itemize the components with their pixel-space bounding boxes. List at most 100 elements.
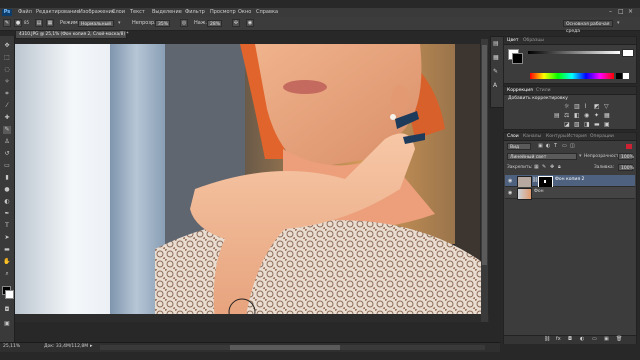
pressure-size-icon[interactable]: ◉ <box>246 19 254 27</box>
lasso-tool-icon[interactable]: ◌ <box>3 66 11 74</box>
layer-filter-select[interactable]: Вид <box>507 143 531 150</box>
mode-select[interactable]: Нормальный <box>78 20 114 27</box>
layer-row[interactable]: ◉ Фон <box>505 187 635 200</box>
quick-select-tool-icon[interactable]: ✧ <box>3 78 11 86</box>
filter-pixel-icon[interactable]: ▣ <box>538 144 543 149</box>
minimize-icon[interactable]: – <box>609 9 612 15</box>
layer-visibility-eye-icon[interactable]: ◉ <box>508 178 512 184</box>
menu-view[interactable]: Просмотр <box>210 10 236 15</box>
eyedropper-tool-icon[interactable]: ⁄ <box>3 102 11 110</box>
add-mask-icon[interactable]: ◘ <box>568 337 572 342</box>
menu-image[interactable]: Изображение <box>79 10 115 15</box>
screen-mode-icon[interactable]: ▣ <box>3 320 11 328</box>
layer-name[interactable]: Фон копия 2 <box>555 177 584 183</box>
lock-position-icon[interactable]: ✥ <box>550 165 554 170</box>
filter-type-icon[interactable]: T <box>554 144 557 149</box>
tab-layers[interactable]: Слои <box>507 134 519 139</box>
color-spectrum-ramp[interactable] <box>530 73 614 79</box>
stamp-tool-icon[interactable]: ♙ <box>3 138 11 146</box>
zoom-tool-icon[interactable]: ⌕ <box>3 270 11 278</box>
layer-style-icon[interactable]: fx <box>556 337 561 342</box>
crop-tool-icon[interactable]: ⌗ <box>3 90 11 98</box>
posterize-icon[interactable]: ▧ <box>574 122 580 128</box>
selective-color-icon[interactable]: ▣ <box>604 122 610 128</box>
background-color-swatch[interactable] <box>5 290 14 299</box>
gradient-map-icon[interactable]: ▬ <box>594 122 600 128</box>
filter-toggle-icon[interactable] <box>626 144 632 149</box>
filter-smart-icon[interactable]: ◫ <box>570 144 575 149</box>
menu-edit[interactable]: Редактирование <box>36 10 80 15</box>
gradient-tool-icon[interactable]: ▮ <box>3 174 11 182</box>
color-lookup-icon[interactable]: ▦ <box>604 113 610 119</box>
pen-tool-icon[interactable]: ✒ <box>3 210 11 218</box>
fill-input[interactable]: 100% <box>618 164 634 171</box>
color-black-chip[interactable] <box>616 73 622 79</box>
color-white-chip[interactable] <box>623 73 629 79</box>
quick-mask-icon[interactable]: ◘ <box>3 306 11 314</box>
delete-layer-icon[interactable]: 🗑︎ <box>616 337 622 342</box>
brush-picker-icon[interactable]: ● <box>14 19 22 27</box>
brush-tool-icon[interactable]: ✎ <box>3 126 11 134</box>
document-canvas[interactable] <box>15 39 489 322</box>
layer-name[interactable]: Фон <box>534 189 544 195</box>
path-select-tool-icon[interactable]: ➤ <box>3 234 11 242</box>
vibrance-icon[interactable]: ▽ <box>604 104 609 110</box>
menu-filter[interactable]: Фильтр <box>185 10 205 15</box>
move-tool-icon[interactable]: ✥ <box>3 42 11 50</box>
airbrush-icon[interactable]: ✣ <box>232 19 240 27</box>
menu-file[interactable]: Файл <box>18 10 32 15</box>
menu-select[interactable]: Выделение <box>152 10 182 15</box>
new-layer-icon[interactable]: ▣ <box>604 337 609 342</box>
layer-opacity-input[interactable]: 100% <box>618 153 634 160</box>
canvas-area[interactable] <box>15 39 489 322</box>
tab-channels[interactable]: Каналы <box>523 134 541 139</box>
properties-panel-icon[interactable]: ▦ <box>493 55 499 61</box>
new-group-icon[interactable]: ▭ <box>592 337 597 342</box>
maximize-icon[interactable]: □ <box>618 9 624 15</box>
dodge-tool-icon[interactable]: ◐ <box>3 198 11 206</box>
color-value-input[interactable] <box>622 49 634 57</box>
brightness-icon[interactable]: ☼ <box>564 104 569 110</box>
zoom-level[interactable]: 25,11% <box>3 344 20 350</box>
tab-history[interactable]: История <box>567 134 587 139</box>
menu-help[interactable]: Справка <box>256 10 278 15</box>
eraser-tool-icon[interactable]: ▭ <box>3 162 11 170</box>
filter-shape-icon[interactable]: ▭ <box>562 144 567 149</box>
tab-paths[interactable]: Контуры <box>546 134 567 139</box>
invert-icon[interactable]: ◪ <box>564 122 570 128</box>
shape-tool-icon[interactable]: ▬ <box>3 246 11 254</box>
menu-layers[interactable]: Слои <box>112 10 125 15</box>
layer-row-selected[interactable]: ◉ ⛓ Фон копия 2 <box>505 175 635 188</box>
layer-visibility-eye-icon[interactable]: ◉ <box>508 190 512 196</box>
color-background-swatch[interactable] <box>512 53 523 64</box>
link-layers-icon[interactable]: ⛓ <box>544 337 550 342</box>
channel-mixer-icon[interactable]: ✦ <box>594 113 599 119</box>
blend-mode-select[interactable]: Линейный свет <box>507 153 577 160</box>
brush-presets-panel-icon[interactable]: ✎ <box>493 69 498 75</box>
character-panel-icon[interactable]: A <box>493 83 497 89</box>
status-menu-arrow-icon[interactable]: ▸ <box>90 344 93 349</box>
vertical-scroll-thumb[interactable] <box>482 45 487 265</box>
pressure-opacity-icon[interactable]: ◎ <box>180 19 188 27</box>
photo-filter-icon[interactable]: ◉ <box>584 113 589 119</box>
color-slider[interactable] <box>528 51 620 54</box>
healing-brush-tool-icon[interactable]: ✚ <box>3 114 11 122</box>
opacity-input[interactable]: 35% <box>155 20 170 27</box>
lock-pixels-icon[interactable]: ✎ <box>542 165 546 170</box>
curves-icon[interactable]: ⌇ <box>584 104 587 110</box>
hue-saturation-icon[interactable]: ▤ <box>554 113 560 119</box>
exposure-icon[interactable]: ◩ <box>594 104 600 110</box>
threshold-icon[interactable]: ◨ <box>584 122 590 128</box>
blur-tool-icon[interactable]: ● <box>3 186 11 194</box>
document-tab[interactable]: 4310.JPG @ 25,1% (Фон копия 2, Слой-маск… <box>15 30 129 39</box>
tab-styles[interactable]: Стили <box>536 88 551 93</box>
levels-icon[interactable]: ▥ <box>574 104 580 110</box>
brush-panel-icon[interactable]: ▤ <box>35 19 43 27</box>
history-panel-icon[interactable]: ▤ <box>493 41 499 47</box>
horizontal-scroll-thumb[interactable] <box>230 345 340 350</box>
type-tool-icon[interactable]: T <box>3 222 11 230</box>
tab-color[interactable]: Цвет <box>507 38 519 43</box>
history-brush-tool-icon[interactable]: ↺ <box>3 150 11 158</box>
tab-adjustments[interactable]: Коррекция <box>507 88 533 93</box>
color-balance-icon[interactable]: ⚖ <box>564 113 569 119</box>
